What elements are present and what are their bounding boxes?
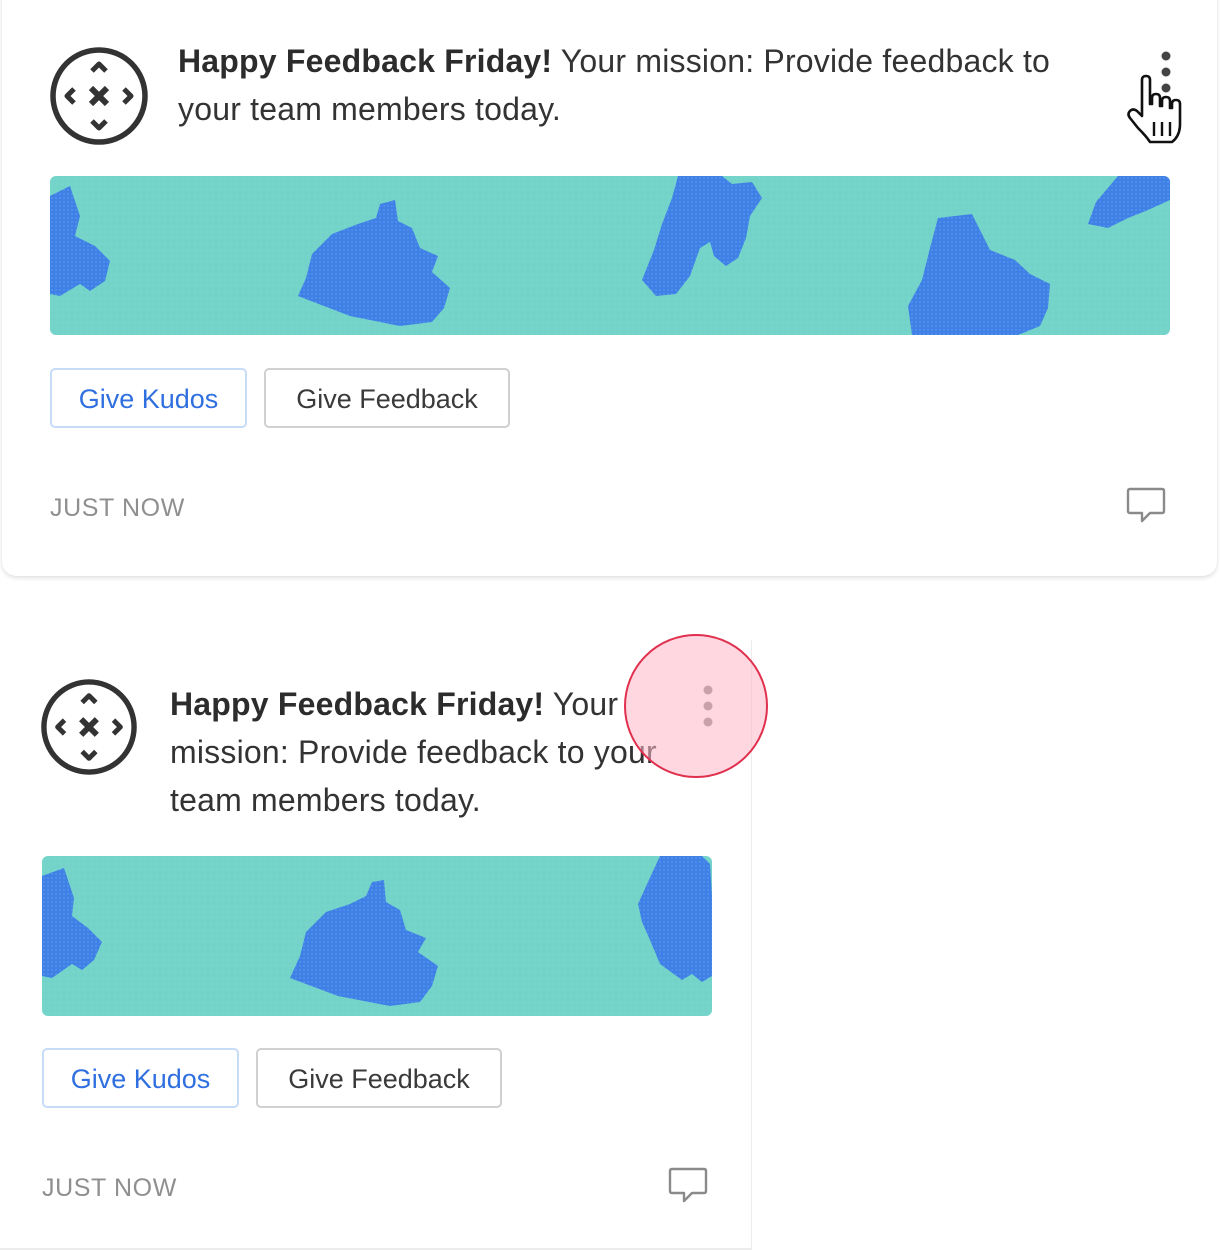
mission-message: Happy Feedback Friday! Your mission: Pro… [178, 37, 1118, 133]
compass-arrows-logo-icon [40, 678, 138, 776]
give-kudos-button[interactable]: Give Kudos [50, 368, 247, 428]
mission-message: Happy Feedback Friday! Your mission: Pro… [170, 680, 670, 824]
teal-blue-pattern-banner [42, 856, 712, 1016]
comment-icon[interactable] [1126, 486, 1166, 524]
teal-blue-pattern-banner [50, 176, 1170, 335]
compass-arrows-logo-icon [49, 46, 149, 146]
tap-indicator-circle [624, 634, 768, 778]
hand-pointer-cursor-icon [1124, 74, 1190, 151]
timestamp: JUST NOW [42, 1174, 177, 1202]
give-feedback-button[interactable]: Give Feedback [256, 1048, 502, 1108]
message-headline: Happy Feedback Friday! [170, 686, 545, 722]
feed-card: Happy Feedback Friday! Your mission: Pro… [2, 0, 1217, 576]
timestamp: JUST NOW [50, 494, 185, 522]
comment-icon[interactable] [668, 1166, 708, 1204]
give-kudos-button[interactable]: Give Kudos [42, 1048, 239, 1108]
give-feedback-button[interactable]: Give Feedback [264, 368, 510, 428]
message-headline: Happy Feedback Friday! [178, 43, 553, 79]
